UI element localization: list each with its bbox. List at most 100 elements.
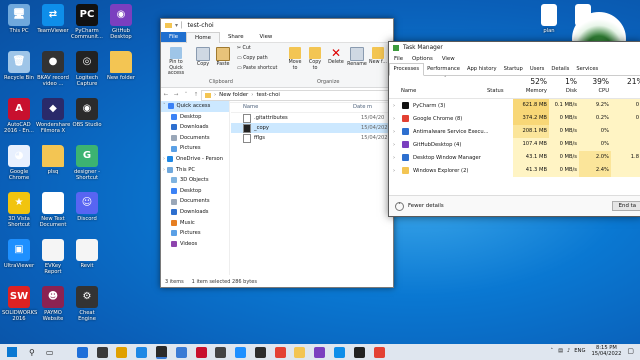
nav-item[interactable]: Documents [161,133,229,144]
desktop-icon[interactable]: SW SOLIDWORKS 2016 [2,286,37,322]
expand-chevron-icon[interactable]: › [393,116,395,122]
nav-item[interactable]: Pictures [161,143,229,154]
taskbar-app-icon[interactable] [195,346,207,358]
process-row[interactable]: › PyCharm (3) 621.8 MB 0.1 MB/s 9.2% 0 [389,99,640,112]
desktop-icon[interactable]: 🖥 This PC [2,4,36,34]
quick-access-arrow-icon[interactable]: ▾ │ [175,22,184,29]
desktop-icon[interactable]: ◉ GitHub Desktop [104,4,138,40]
desktop-icon[interactable]: ⇄ TeamViewer [36,4,70,34]
fewer-details-icon[interactable]: ˄ [395,201,404,211]
taskbar-app-icon[interactable] [373,346,385,358]
tab-home[interactable]: Home [186,31,220,43]
desktop-icon[interactable]: ● BKAV record video ... [36,51,70,87]
pin-quick-access-button[interactable]: Pin to Quick access [163,47,189,77]
fewer-details-link[interactable]: Fewer details [408,203,444,209]
new-folder-button[interactable]: New f... [369,47,387,66]
nav-item[interactable]: ˅ Quick access [161,101,229,112]
clock[interactable]: 8:15 PM 15/04/2022 [591,345,621,357]
network-icon[interactable]: ▤ [558,348,563,354]
paste-button[interactable]: Paste [215,47,231,68]
nav-item[interactable]: Desktop [161,112,229,123]
tab-processes[interactable]: Processes [389,63,424,76]
taskbar-app-icon[interactable] [116,346,128,358]
tab-users[interactable]: Users [526,64,548,75]
expand-chevron-icon[interactable]: › [393,155,395,161]
process-row[interactable]: › GitHubDesktop (4) 107.4 MB 0 MB/s 0% [389,138,640,151]
column-disk[interactable]: Disk [559,88,577,94]
taskbar-app-icon[interactable] [294,346,306,358]
tab-performance[interactable]: Performance [424,64,464,75]
desktop-icon[interactable]: ▣ UltraViewer [2,239,36,269]
desktop-icon[interactable]: ◎ Logitech Capture [70,51,104,87]
notification-icon[interactable]: ▢ [627,347,634,355]
desktop-icon[interactable]: ◉ OBS Studio [70,98,104,128]
tab-services[interactable]: Services [573,64,602,75]
expand-chevron-icon[interactable]: › [393,168,395,174]
file-row[interactable]: fflgs 15/04/202 [231,133,393,143]
history-chevron-icon[interactable]: ˅ [181,92,191,98]
file-row[interactable]: .gitattributes 15/04/20 [231,113,393,123]
process-row[interactable]: › Antimalware Service Execu... 208.1 MB 0 M… [389,125,640,138]
taskbar-app-icon[interactable] [76,346,88,358]
column-status[interactable]: Status [487,88,504,94]
tab-startup[interactable]: Startup [500,64,526,75]
breadcrumb-item[interactable]: test-choi [256,92,279,98]
taskbar-app-icon[interactable] [274,346,286,358]
desktop-icon[interactable]: PC PyCharm Communit... [70,4,104,40]
nav-item[interactable]: 3D Objects [161,175,229,186]
menu-view[interactable]: View [442,56,455,62]
desktop-icon[interactable]: 🗑 Recycle Bin [2,51,36,81]
tray-chevron-icon[interactable]: ˄ [550,348,553,354]
column-cpu[interactable]: CPU [585,88,609,94]
up-arrow-icon[interactable]: ↑ [191,92,201,98]
desktop-icon[interactable]: ⚙ Cheat Engine [70,286,104,322]
nav-item[interactable]: Downloads [161,207,229,218]
desktop-icon[interactable]: ★ 3D Vista Shortcut [2,192,36,228]
desktop-icon[interactable]: ☺ Discord [70,192,104,222]
nav-item[interactable]: Videos [161,239,229,250]
desktop-icon[interactable]: New folder [104,51,138,81]
nav-item[interactable]: Documents [161,196,229,207]
expand-chevron-icon[interactable]: › [393,129,395,135]
taskbar-app-icon[interactable] [314,346,326,358]
process-row[interactable]: › Google Chrome (8) 374.2 MB 0 MB/s 0.2% 0 [389,112,640,125]
expand-chevron-icon[interactable]: › [163,165,165,176]
address-bar[interactable]: › New folder › test-choi [201,89,389,101]
end-task-button[interactable]: End ta [611,201,640,211]
nav-item[interactable]: Desktop [161,186,229,197]
tab-view[interactable]: View [252,32,281,42]
tab-details[interactable]: Details [548,64,573,75]
file-row[interactable]: _copy 15/04/202 [231,123,393,133]
copy-to-button[interactable]: Copy to [307,47,323,71]
rename-button[interactable]: Rename [347,47,367,68]
breadcrumb-item[interactable]: New folder [219,92,248,98]
task-manager-titlebar[interactable]: Task Manager [389,42,640,54]
desktop-icon[interactable]: plsq [36,145,70,175]
nav-item[interactable]: Downloads [161,122,229,133]
desktop-icon[interactable]: New Text Document [36,192,70,228]
column-name[interactable]: Name [243,104,353,110]
language-indicator[interactable]: ENG [574,348,585,354]
taskbar-app-icon[interactable] [175,346,187,358]
volume-icon[interactable]: ♪ [567,348,570,354]
desktop-icon[interactable]: A AutoCAD 2016 - En... [2,98,36,134]
desktop-icon[interactable]: ◆ Wondershare Filmora X [36,98,70,134]
column-date[interactable]: Date m [353,104,372,110]
tab-app-history[interactable]: App history [463,64,500,75]
desktop-icon[interactable]: Revit [70,239,104,269]
taskbar-app-icon[interactable] [136,346,148,358]
taskbar-app-icon[interactable] [254,346,266,358]
process-row[interactable]: › Desktop Window Manager 43.1 MB 0 MB/s 2.0%… [389,151,640,164]
back-arrow-icon[interactable]: ← [161,92,171,98]
menu-options[interactable]: Options [412,56,433,62]
taskbar-app-icon[interactable] [353,346,365,358]
forward-arrow-icon[interactable]: → [171,92,181,98]
copy-button[interactable]: Copy [195,47,211,68]
menu-file[interactable]: File [394,56,403,62]
nav-item[interactable]: Music [161,218,229,229]
expand-chevron-icon[interactable]: ˅ [163,101,166,112]
delete-button[interactable]: ✕ Delete [327,47,345,66]
expand-chevron-icon[interactable]: › [393,103,395,109]
desktop-icon[interactable]: EVKey Report [36,239,70,275]
tab-file[interactable]: File [161,32,187,42]
